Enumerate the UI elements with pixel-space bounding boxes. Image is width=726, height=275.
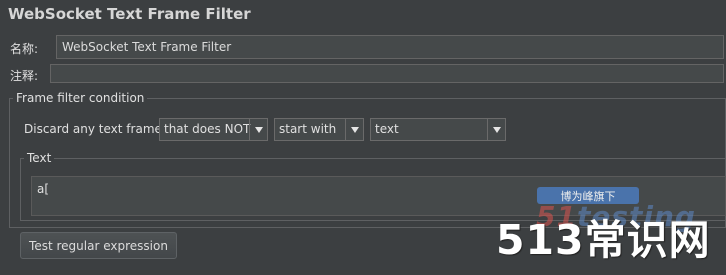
frame-type-select[interactable]: text [370, 118, 506, 141]
frame-filter-group-title: Frame filter condition [13, 91, 148, 105]
name-label: 名称: [10, 42, 39, 56]
match-type-select[interactable]: start with [274, 118, 364, 141]
test-regex-button[interactable]: Test regular expression [20, 232, 177, 259]
comment-label: 注释: [10, 69, 39, 83]
panel-title: WebSocket Text Frame Filter [8, 5, 251, 23]
discard-label: Discard any text frame [24, 122, 162, 136]
chevron-down-icon[interactable] [487, 119, 505, 140]
condition-select[interactable]: that does NOT [159, 118, 268, 141]
name-field[interactable]: WebSocket Text Frame Filter [56, 35, 724, 59]
text-input-value: a[ [37, 182, 50, 196]
chevron-down-icon[interactable] [249, 119, 267, 140]
condition-select-value: that does NOT [164, 122, 251, 136]
watermark-text: 513常识网 [496, 216, 711, 264]
frame-type-select-value: text [375, 122, 399, 136]
chevron-down-icon[interactable] [345, 119, 363, 140]
text-group-title: Text [24, 151, 55, 165]
comment-field[interactable] [50, 64, 724, 83]
match-type-select-value: start with [279, 122, 337, 136]
